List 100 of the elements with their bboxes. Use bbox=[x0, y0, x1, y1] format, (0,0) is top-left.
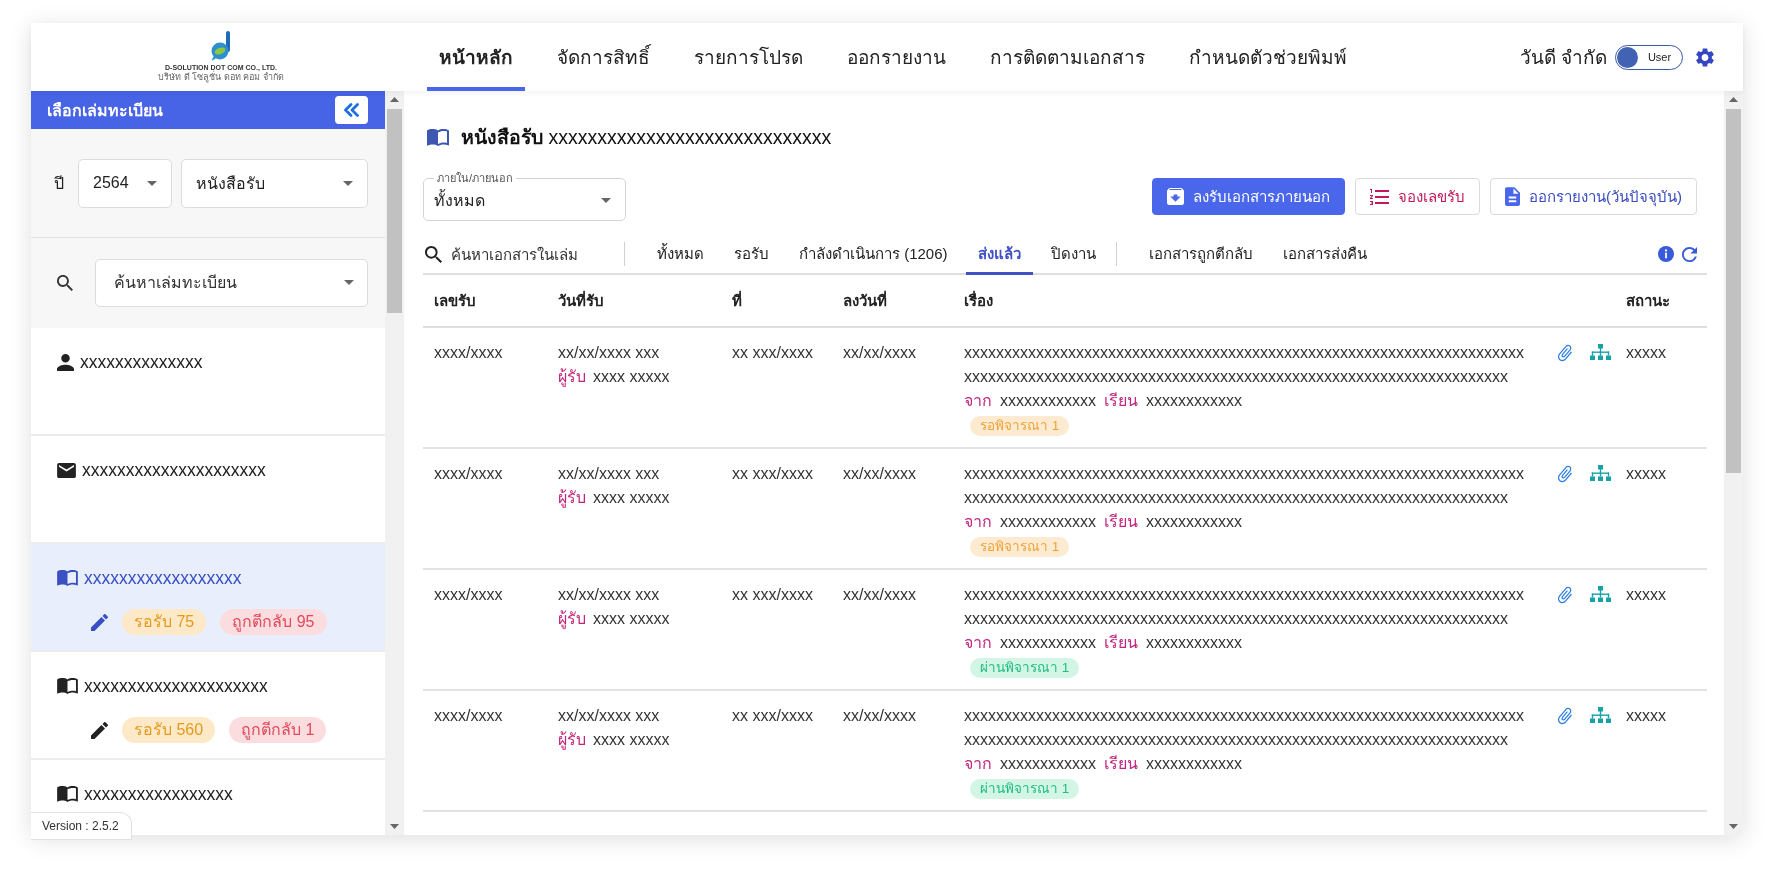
book-name: xxxxxxxxxxxxxxxxx bbox=[84, 783, 233, 805]
document-date: xx/xx/xxxx bbox=[843, 343, 916, 363]
paperclip-icon[interactable] bbox=[1556, 344, 1574, 362]
filter-tab[interactable]: ทั้งหมด bbox=[645, 235, 716, 275]
paperclip-icon[interactable] bbox=[1556, 465, 1574, 483]
from-label: จาก bbox=[964, 754, 992, 774]
sitemap-icon[interactable] bbox=[1590, 586, 1611, 602]
scrollbar-thumb[interactable] bbox=[387, 109, 402, 313]
to-label: เรียน bbox=[1104, 391, 1138, 411]
caret-down-icon bbox=[343, 180, 353, 186]
recipient-name: xxxxxxxxxxxx bbox=[1146, 754, 1242, 774]
receipt-number: xxxx/xxxx bbox=[434, 706, 503, 726]
received-date: xx/xx/xxxx xxx bbox=[558, 343, 660, 363]
scroll-down-icon[interactable] bbox=[1729, 824, 1738, 829]
reserve-number-button[interactable]: จองเลขรับ bbox=[1355, 178, 1480, 215]
page-title: หนังสือรับ xxxxxxxxxxxxxxxxxxxxxxxxxxxxx bbox=[461, 124, 832, 150]
to-label: เรียน bbox=[1104, 512, 1138, 532]
recipient-name: xxxxxxxxxxxx bbox=[1146, 512, 1242, 532]
caret-down-icon bbox=[344, 280, 354, 285]
open-book-icon bbox=[57, 570, 78, 586]
column-header: ที่ bbox=[732, 289, 742, 311]
from-label: จาก bbox=[964, 512, 992, 532]
nav-tab[interactable]: ออกรายงาน bbox=[835, 23, 958, 91]
report-button[interactable]: ออกรายงาน(วันปัจจุบัน) bbox=[1490, 178, 1697, 215]
scrollbar[interactable] bbox=[385, 91, 404, 835]
column-header: ลงวันที่ bbox=[843, 289, 887, 311]
open-book-icon bbox=[427, 128, 449, 146]
document-icon bbox=[1505, 187, 1520, 206]
receiver-name: xxxx xxxxx bbox=[593, 609, 670, 629]
book-name: xxxxxxxxxxxxxxxxxxxxx bbox=[82, 459, 266, 481]
scroll-down-icon[interactable] bbox=[390, 824, 399, 829]
filter-tab[interactable]: กำลังดำเนินการ (1206) bbox=[787, 235, 960, 275]
sitemap-icon[interactable] bbox=[1590, 344, 1611, 360]
filter-tab[interactable]: ปิดงาน bbox=[1038, 235, 1108, 275]
numbered-list-icon bbox=[1370, 188, 1389, 205]
to-label: เรียน bbox=[1104, 754, 1138, 774]
scroll-up-icon[interactable] bbox=[1729, 97, 1738, 102]
paperclip-icon[interactable] bbox=[1556, 707, 1574, 725]
search-icon bbox=[425, 245, 442, 263]
sidebar-title: เลือกเล่มทะเบียน bbox=[47, 100, 163, 121]
reference-number: xx xxx/xxxx bbox=[732, 585, 813, 605]
recipient-name: xxxxxxxxxxxx bbox=[1146, 633, 1242, 653]
book-name: xxxxxxxxxxxxxx bbox=[80, 351, 203, 373]
receiver-label: ผู้รับ bbox=[558, 609, 586, 631]
sidebar-item[interactable]: xxxxxxxxxxxxxxxxxx รอรับ 75 ถูกตีกลับ 95 bbox=[31, 544, 385, 652]
sender-name: xxxxxxxxxxxx bbox=[1000, 512, 1096, 532]
receipt-number: xxxx/xxxx bbox=[434, 464, 503, 484]
from-label: จาก bbox=[964, 633, 992, 653]
sender-name: xxxxxxxxxxxx bbox=[1000, 633, 1096, 653]
status-text: xxxxx bbox=[1626, 464, 1666, 484]
scrollbar[interactable] bbox=[1724, 91, 1743, 835]
receiver-name: xxxx xxxxx bbox=[593, 367, 670, 387]
book-name: xxxxxxxxxxxxxxxxxx bbox=[84, 567, 242, 589]
approved-review-badge: ผ่านพิจารณา 1 bbox=[970, 658, 1080, 678]
settings-icon[interactable] bbox=[1696, 47, 1714, 67]
nav-tab[interactable]: กำหนดตัวช่วยพิมพ์ bbox=[1177, 23, 1359, 91]
received-date: xx/xx/xxxx xxx bbox=[558, 706, 660, 726]
scroll-up-icon[interactable] bbox=[390, 97, 399, 102]
nav-tab[interactable]: การติดตามเอกสาร bbox=[978, 23, 1157, 91]
open-book-icon bbox=[57, 786, 78, 802]
sender-name: xxxxxxxxxxxx bbox=[1000, 754, 1096, 774]
receiver-label: ผู้รับ bbox=[558, 730, 586, 752]
filter-tab[interactable]: เอกสารถูกตีกลับ bbox=[1136, 235, 1265, 275]
filter-tab[interactable]: เอกสารส่งคืน bbox=[1270, 235, 1379, 275]
reference-number: xx xxx/xxxx bbox=[732, 706, 813, 726]
register-document-button[interactable]: ลงรับเอกสารภายนอก bbox=[1152, 178, 1345, 215]
document-date: xx/xx/xxxx bbox=[843, 464, 916, 484]
waiting-count-badge: รอรับ 560 bbox=[122, 717, 216, 743]
caret-down-icon bbox=[146, 180, 157, 186]
refresh-icon[interactable] bbox=[1682, 246, 1697, 262]
sidebar-item[interactable]: xxxxxxxxxxxxxxxxxxxxx รอรับ 560 ถูกตีกลับ 1 bbox=[31, 652, 385, 760]
version-label: Version : 2.5.2 bbox=[31, 812, 132, 840]
document-search-field[interactable]: ค้นหาเอกสารในเล่ม bbox=[451, 245, 611, 263]
year-select[interactable]: 2564 bbox=[78, 158, 172, 208]
collapse-button[interactable] bbox=[335, 96, 368, 124]
pending-review-badge: รอพิจารณา 1 bbox=[970, 537, 1070, 557]
pencil-icon[interactable] bbox=[91, 721, 108, 739]
column-header: วันที่รับ bbox=[558, 289, 604, 311]
person-icon bbox=[57, 353, 74, 371]
scope-select[interactable]: ภายใน/ภายนอก ทั้งหมด bbox=[423, 172, 626, 221]
nav-tab[interactable]: จัดการสิทธิ์ bbox=[545, 23, 662, 91]
receipt-number: xxxx/xxxx bbox=[434, 585, 503, 605]
filter-tab[interactable]: ส่งแล้ว bbox=[965, 235, 1033, 275]
scrollbar-thumb[interactable] bbox=[1726, 109, 1741, 473]
sitemap-icon[interactable] bbox=[1590, 707, 1611, 723]
sitemap-icon[interactable] bbox=[1590, 465, 1611, 481]
returned-count-badge: ถูกตีกลับ 95 bbox=[220, 609, 327, 635]
info-icon[interactable] bbox=[1658, 246, 1674, 262]
paperclip-icon[interactable] bbox=[1556, 586, 1574, 604]
book-search-field[interactable]: ค้นหาเล่มทะเบียน bbox=[95, 259, 368, 307]
double-chevron-left-icon bbox=[344, 103, 359, 117]
to-label: เรียน bbox=[1104, 633, 1138, 653]
filter-tab[interactable]: รอรับ bbox=[722, 235, 781, 275]
received-date: xx/xx/xxxx xxx bbox=[558, 464, 660, 484]
returned-count-badge: ถูกตีกลับ 1 bbox=[229, 717, 327, 743]
logo-icon bbox=[211, 31, 231, 61]
receiver-label: ผู้รับ bbox=[558, 367, 586, 389]
nav-tab[interactable]: รายการโปรด bbox=[682, 23, 815, 91]
book-type-select[interactable]: หนังสือรับ bbox=[180, 158, 368, 208]
open-book-icon bbox=[57, 678, 78, 694]
